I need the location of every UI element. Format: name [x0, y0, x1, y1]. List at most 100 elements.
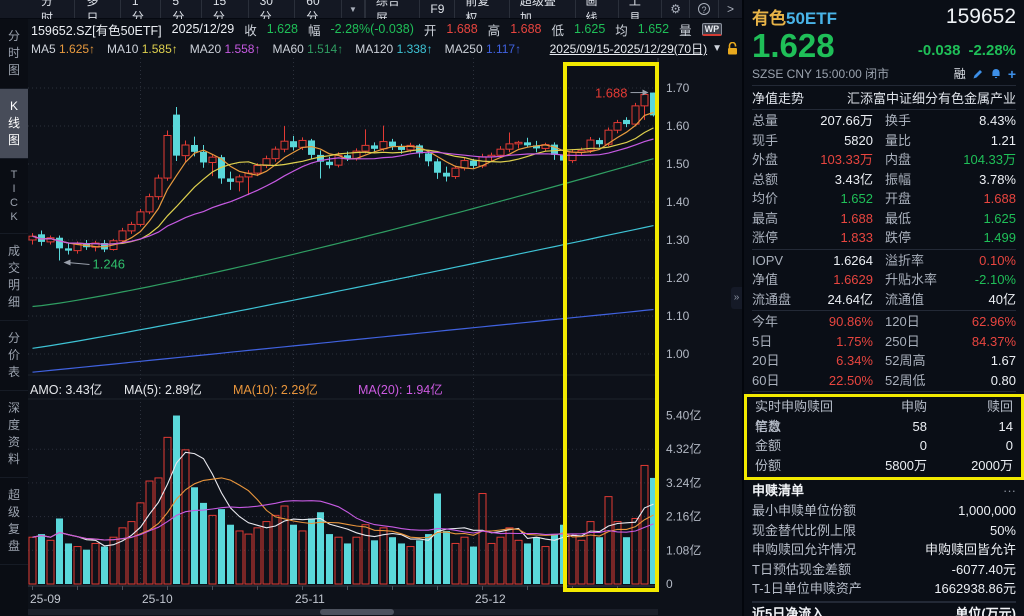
info-segment: 开	[424, 20, 437, 39]
tab-period-6[interactable]: 60分	[295, 0, 342, 18]
chevron-down-icon[interactable]: ▼	[712, 43, 722, 54]
svg-text:MA(20): 1.94亿: MA(20): 1.94亿	[358, 382, 443, 397]
subscription-list-section: 申赎清单···最小申赎单位份额1,000,000现金替代比例上限50%申购赎回允…	[752, 480, 1016, 599]
left-nav: 分 时 图K 线 图T I C K成 交 明 细分 价 表深 度 资 料超 级 …	[0, 19, 28, 616]
nav-trend-label: 净值走势	[752, 88, 804, 107]
toolbar-1[interactable]: F9	[419, 0, 454, 18]
tab-period-1[interactable]: 多日	[75, 0, 120, 18]
tab-period-4[interactable]: 15分	[202, 0, 249, 18]
svg-text:1.70: 1.70	[666, 81, 690, 95]
add-icon[interactable]: +	[1008, 66, 1016, 82]
info-segment: 低	[551, 20, 564, 39]
security-name: 有色50ETF	[752, 4, 837, 29]
panel-data-row: 今年90.86%120日62.96%	[752, 312, 1016, 332]
quote-panel: 有色50ETF 159652 1.628 -0.038-2.28% SZSE C…	[742, 0, 1024, 616]
chevron-right-icon[interactable]: >	[718, 0, 742, 18]
toolbar-5[interactable]: 工具	[618, 0, 661, 18]
tab-period-3[interactable]: 5分	[161, 0, 201, 18]
ma-value: MA5 1.625↑	[31, 42, 95, 56]
fund-index-name: 汇添富中证细分有色金属产业	[847, 88, 1016, 107]
tab-period-2[interactable]: 1分	[121, 0, 161, 18]
info-segment: 2025/12/29	[172, 22, 235, 36]
sidebar-item-2[interactable]: T I C K	[0, 159, 28, 234]
ma-values-row: MA5 1.625↑MA10 1.585↑MA20 1.558↑MA60 1.5…	[28, 39, 742, 58]
price-change: -0.038 -2.28%	[910, 42, 1016, 63]
realtime-row: 笔数5814	[755, 417, 1013, 437]
low-annotation: 1.246	[93, 257, 126, 272]
panel-title-row: 有色50ETF 159652	[752, 4, 1016, 29]
toolbar-0[interactable]: 综合屏	[365, 0, 419, 18]
panel-data-row: 5日1.75%250日84.37%	[752, 332, 1016, 352]
edit-icon[interactable]	[972, 68, 984, 80]
period-dropdown-icon[interactable]: ▼	[342, 0, 365, 18]
ma-value: MA20 1.558↑	[190, 42, 261, 56]
more-icon[interactable]: ···	[1003, 480, 1016, 501]
panel-data-row: 涨停1.833跌停1.499	[752, 228, 1016, 248]
net-inflow-unit: 单位(万元)	[955, 603, 1016, 616]
tab-period-0[interactable]: 分时	[30, 0, 75, 18]
sidebar-item-3[interactable]: 成 交 明 细	[0, 234, 28, 321]
toolbar-3[interactable]: 超级叠加	[509, 0, 575, 18]
sidebar-item-4[interactable]: 分 价 表	[0, 321, 28, 391]
ma-values: MA5 1.625↑MA10 1.585↑MA20 1.558↑MA60 1.5…	[28, 42, 521, 56]
kline-chart[interactable]: 1.701.601.501.401.301.201.101.005.40亿4.3…	[28, 58, 742, 616]
change-pct: -2.28%	[968, 42, 1016, 59]
scrollbar-thumb[interactable]	[320, 609, 394, 615]
net-inflow-header: 近5日净流入 单位(万元)	[752, 601, 1016, 616]
info-segment: 均	[615, 20, 628, 39]
toolbar-2[interactable]: 前复权	[454, 0, 508, 18]
realtime-row: 金额00	[755, 436, 1013, 456]
x-axis-label: 25-09	[30, 592, 61, 606]
svg-text:AMO: 3.43亿: AMO: 3.43亿	[30, 382, 102, 397]
info-segment: -2.28%(-0.038)	[331, 22, 414, 36]
panel-data-row: 总量207.66万换手8.43%	[752, 111, 1016, 131]
unlock-icon[interactable]	[727, 42, 738, 55]
info-segment: 1.688	[510, 22, 541, 36]
list-row: T日预估现金差额-6077.40元	[752, 560, 1016, 580]
change-abs: -0.038	[918, 42, 961, 59]
sidebar-item-0[interactable]: 分 时 图	[0, 19, 28, 89]
panel-data-row: 流通盘24.64亿流通值40亿	[752, 290, 1016, 310]
high-annotation: 1.688	[595, 86, 628, 101]
svg-text:1.50: 1.50	[666, 157, 690, 171]
toolbar-4[interactable]: 画线	[575, 0, 618, 18]
margin-tag: 融	[954, 65, 966, 82]
info-segment: 量	[679, 20, 692, 39]
svg-text:1.60: 1.60	[666, 119, 690, 133]
realtime-row: 份额5800万2000万	[755, 456, 1013, 476]
panel-data-row: 最高1.688最低1.625	[752, 209, 1016, 229]
svg-text:1.40: 1.40	[666, 195, 690, 209]
info-segment: 1.688	[446, 22, 477, 36]
last-price: 1.628	[752, 29, 835, 63]
panel-collapse-handle[interactable]: »	[731, 287, 742, 309]
svg-text:1.30: 1.30	[666, 233, 690, 247]
wp-badge-icon[interactable]: WP	[702, 23, 723, 36]
sidebar-item-1[interactable]: K 线 图	[0, 89, 28, 159]
svg-text:5.40亿: 5.40亿	[666, 408, 701, 423]
x-axis-label: 25-10	[142, 592, 173, 606]
x-axis-label: 25-12	[475, 592, 506, 606]
quote-info-row: 159652.SZ[有色50ETF]2025/12/29收1.628幅-2.28…	[28, 19, 742, 39]
date-range[interactable]: 2025/09/15-2025/12/29(70日)	[550, 40, 707, 57]
panel-data-row: 20日6.34%52周高1.67	[752, 351, 1016, 371]
svg-text:1.08亿: 1.08亿	[666, 542, 701, 557]
svg-text:3.24亿: 3.24亿	[666, 475, 701, 490]
panel-data-row: 净值1.6629升贴水率-2.10%	[752, 270, 1016, 290]
list-row: T-1日单位申赎资产1662938.86元	[752, 579, 1016, 599]
panel-data-row: 总额3.43亿振幅3.78%	[752, 170, 1016, 190]
security-code: 159652	[946, 5, 1016, 29]
gear-icon[interactable]: ⚙	[661, 0, 689, 18]
sidebar-item-5[interactable]: 深 度 资 料	[0, 391, 28, 478]
realtime-subscription-box: 实时申购赎回信息申购赎回笔数5814金额00份额5800万2000万	[744, 394, 1024, 480]
quick-icons: 融 +	[954, 65, 1016, 82]
price-row: 1.628 -0.038 -2.28%	[752, 29, 1016, 63]
nav-trend-row[interactable]: 净值走势 汇添富中证细分有色金属产业	[752, 86, 1016, 110]
panel-data-row: IOPV1.6264溢折率0.10%	[752, 251, 1016, 271]
tab-period-5[interactable]: 30分	[249, 0, 296, 18]
help-icon[interactable]: ?	[689, 0, 718, 18]
bell-icon[interactable]	[990, 68, 1002, 80]
info-segment: 收	[244, 20, 257, 39]
info-segment: 1.628	[267, 22, 298, 36]
ma-value: MA60 1.514↑	[272, 42, 343, 56]
sidebar-item-6[interactable]: 超 级 复 盘	[0, 478, 28, 565]
